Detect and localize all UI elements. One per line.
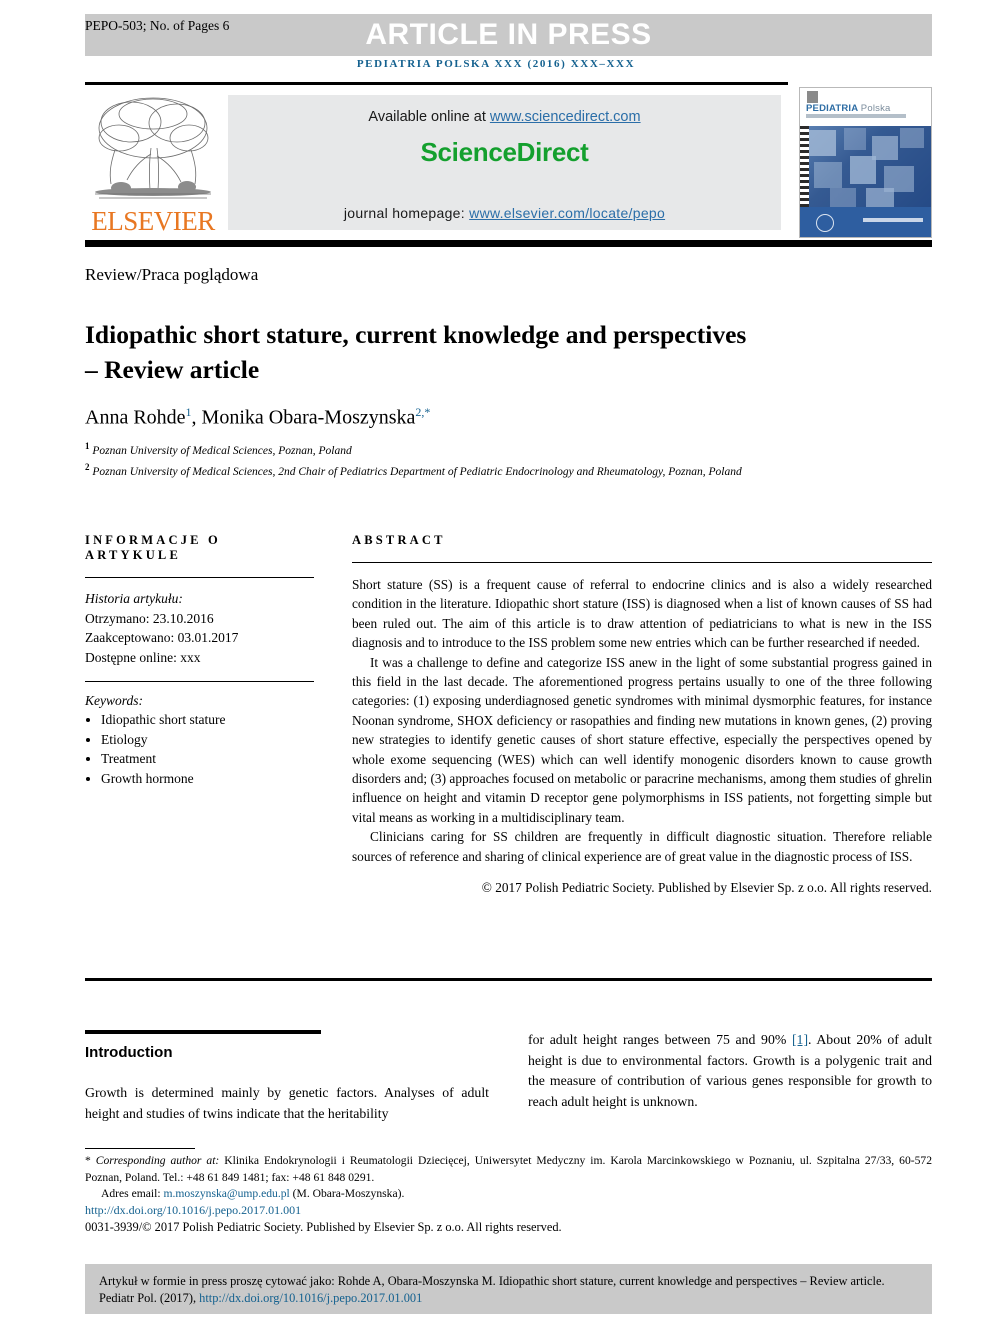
abstract-column: ABSTRACT Short stature (SS) is a frequen… [352,533,932,896]
footnote-rule [85,1148,195,1149]
cover-society-seal-icon [816,214,834,232]
email-label: Adres email: [101,1187,164,1200]
cover-barcode-spine [800,126,809,207]
corresponding-author-label: Corresponding author at: [95,1154,220,1167]
sciencedirect-url-link[interactable]: www.sciencedirect.com [490,109,641,125]
body-column-right: for adult height ranges between 75 and 9… [528,1030,932,1112]
elsevier-logo: ELSEVIER [85,87,220,238]
citation-box: Artykuł w formie in press proszę cytować… [85,1264,932,1314]
elsevier-wordmark: ELSEVIER [91,206,215,236]
affiliation-text: Poznan University of Medical Sciences, 2… [92,466,742,479]
abstract-bottom-rule [85,978,932,981]
author-name-1: Anna Rohde [85,406,186,429]
introduction-paragraph: Growth is determined mainly by genetic f… [85,1085,489,1121]
affiliation-item: 2 Poznan University of Medical Sciences,… [85,459,745,480]
author-list: Anna Rohde1, Monika Obara-Moszynska2,* [85,405,785,430]
masthead: ELSEVIER Available online at www.science… [85,87,932,238]
cover-title-secondary: Polska [860,103,891,114]
cover-title-main: PEDIATRIA [806,103,858,114]
masthead-bottom-rule [85,240,932,247]
cover-header: PEDIATRIA Polska [800,88,931,126]
citation-text: Artykuł w formie in press proszę cytować… [99,1273,918,1307]
body-column-left: Introduction Growth is determined mainly… [85,1030,489,1124]
article-history-accepted: Zaakceptowano: 03.01.2017 [85,630,239,645]
elsevier-tree-icon [91,90,215,208]
cover-subtitle-bar [806,114,906,118]
abstract-paragraph: Short stature (SS) is a frequent cause o… [352,577,932,651]
journal-homepage-link[interactable]: www.elsevier.com/locate/pepo [469,205,665,221]
list-item: Idiopathic short stature [101,710,314,730]
author-affil-marker-2: 2,* [415,405,431,419]
article-history-label: Historia artykułu: [85,591,183,606]
cover-artwork-puzzle [800,126,931,209]
keywords-list: Idiopathic short stature Etiology Treatm… [85,710,314,788]
abstract-paragraph: It was a challenge to define and categor… [352,654,932,825]
masthead-top-rule [85,82,788,85]
affiliation-list: 1 Poznan University of Medical Sciences,… [85,438,745,481]
author-separator: , [191,406,202,429]
footnote-email-line: Adres email: m.moszynska@ump.edu.pl (M. … [85,1186,932,1203]
corresponding-author-email-link[interactable]: m.moszynska@ump.edu.pl [163,1187,289,1200]
introduction-heading: Introduction [85,1044,173,1061]
intro-text-before-reference: for adult height ranges between 75 and 9… [528,1032,792,1047]
corresponding-author-footnote: * Corresponding author at: Klinika Endok… [85,1153,932,1203]
article-info-column: INFORMACJE O ARTYKULE Historia artykułu:… [85,533,314,788]
article-type-kicker: Review/Praca poglądowa [85,265,259,284]
sciencedirect-wordmark: ScienceDirect [420,137,589,167]
article-info-heading: INFORMACJE O ARTYKULE [85,533,221,562]
article-history-available: Dostępne online: xxx [85,649,201,665]
cover-elsevier-icon [807,91,818,103]
abstract-copyright: © 2017 Polish Pediatric Society. Publish… [481,880,932,896]
abstract-divider [352,562,932,563]
abstract-paragraph: Clinicians caring for SS children are fr… [352,829,932,864]
affiliation-marker: 2 [85,462,90,473]
available-online-prefix: Available online at [368,109,490,125]
issn-copyright-line: 0031-3939/© 2017 Polish Pediatric Societ… [85,1220,562,1234]
keywords-divider [85,681,314,682]
footnote-marker: * [85,1154,91,1167]
doi-link[interactable]: http://dx.doi.org/10.1016/j.pepo.2017.01… [85,1203,301,1217]
affiliation-item: 1 Poznan University of Medical Sciences,… [85,438,745,459]
cover-footer [800,207,931,237]
article-page: ARTICLE IN PRESS PEPO-503; No. of Pages … [0,0,992,1323]
list-item: Growth hormone [101,769,314,789]
reference-link-1[interactable]: [1] [792,1032,808,1047]
page-title: Idiopathic short stature, current knowle… [85,320,747,385]
sciencedirect-box: Available online at www.sciencedirect.co… [228,95,781,230]
citation-doi-link[interactable]: http://dx.doi.org/10.1016/j.pepo.2017.01… [199,1291,422,1305]
email-owner: (M. Obara-Moszynska). [289,1187,405,1200]
article-info-divider [85,577,314,578]
article-history-block: Historia artykułu: Otrzymano: 23.10.2016… [85,589,314,667]
cover-footer-text-bar [863,218,923,222]
list-item: Etiology [101,730,314,750]
author-name-2: Monika Obara-Moszynska [201,406,416,429]
introduction-rule [85,1030,321,1034]
running-manuscript-id: PEPO-503; No. of Pages 6 [85,18,230,33]
journal-cover-thumbnail: PEDIATRIA Polska [799,87,932,238]
list-item: Treatment [101,749,314,769]
abstract-heading: ABSTRACT [352,533,446,547]
abstract-body: Short stature (SS) is a frequent cause o… [352,575,932,866]
journal-homepage-line: journal homepage: www.elsevier.com/locat… [228,205,781,221]
cover-journal-title: PEDIATRIA Polska [806,103,891,114]
affiliation-marker: 1 [85,441,90,451]
affiliation-text: Poznan University of Medical Sciences, P… [92,444,352,457]
available-online-line: Available online at www.sciencedirect.co… [228,109,781,125]
article-history-received: Otrzymano: 23.10.2016 [85,610,214,626]
doi-line: http://dx.doi.org/10.1016/j.pepo.2017.01… [85,1203,301,1218]
keywords-label: Keywords: [85,693,143,708]
introduction-paragraph-continued: for adult height ranges between 75 and 9… [528,1030,932,1112]
journal-citation-line: PEDIATRIA POLSKA XXX (2016) XXX–XXX [356,58,636,70]
journal-homepage-prefix: journal homepage: [343,205,470,221]
